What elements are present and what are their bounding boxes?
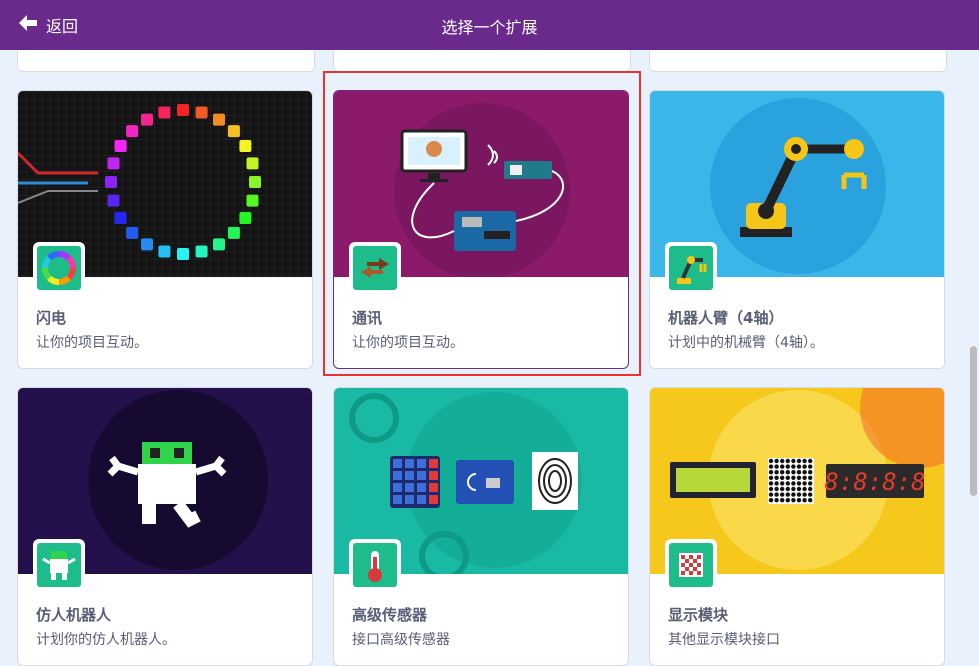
extension-card-advanced-sensors[interactable]: 高级传感器 接口高级传感器 xyxy=(333,387,629,666)
thermometer-icon xyxy=(353,543,397,587)
card-title: 仿人机器人 xyxy=(36,606,112,624)
card-description: 计划你的仿人机器人。 xyxy=(36,632,176,648)
card-description: 让你的项目互动。 xyxy=(36,335,148,351)
communication-icon-box xyxy=(349,242,401,294)
card-description: 计划中的机械臂（4轴）。 xyxy=(668,335,824,351)
extension-card-communication[interactable]: 通讯 让你的项目互动。 xyxy=(333,90,629,369)
extension-card-humanoid[interactable]: 仿人机器人 计划你的仿人机器人。 xyxy=(17,387,313,666)
header-bar: 返回 选择一个扩展 xyxy=(0,0,979,50)
card-description: 其他显示模块接口 xyxy=(668,632,780,648)
humanoid-icon-box xyxy=(33,539,85,591)
card-title: 显示模块 xyxy=(668,606,729,624)
robot-arm-icon-box xyxy=(665,242,717,294)
extension-card-display-modules[interactable]: 8:8:8:8 显示模块 其他显示模块接口 xyxy=(649,387,945,666)
scrollbar-thumb[interactable] xyxy=(970,346,977,496)
color-wheel-icon xyxy=(37,246,81,290)
humanoid-icon xyxy=(37,543,81,587)
page-title: 选择一个扩展 xyxy=(441,18,538,37)
extension-card-robot-arm[interactable]: 机器人臂（4轴） 计划中的机械臂（4轴）。 xyxy=(649,90,945,369)
extension-card-lightning[interactable]: 闪电 让你的项目互动。 xyxy=(17,90,313,369)
card-title: 高级传感器 xyxy=(352,606,428,624)
card-description: 让你的项目互动。 xyxy=(352,335,464,351)
robot-arm-icon xyxy=(669,246,713,290)
led-matrix-icon xyxy=(669,543,713,587)
seven-segment-digits: 8:8:8:8 xyxy=(824,468,925,496)
display-modules-icon-box xyxy=(665,539,717,591)
swap-arrows-icon xyxy=(353,246,397,290)
card-title: 机器人臂（4轴） xyxy=(668,309,784,327)
card-description: 接口高级传感器 xyxy=(352,632,450,648)
advanced-sensors-icon-box xyxy=(349,539,401,591)
lightning-icon-box xyxy=(33,242,85,294)
card-title: 通讯 xyxy=(352,309,383,327)
card-title: 闪电 xyxy=(36,309,67,327)
